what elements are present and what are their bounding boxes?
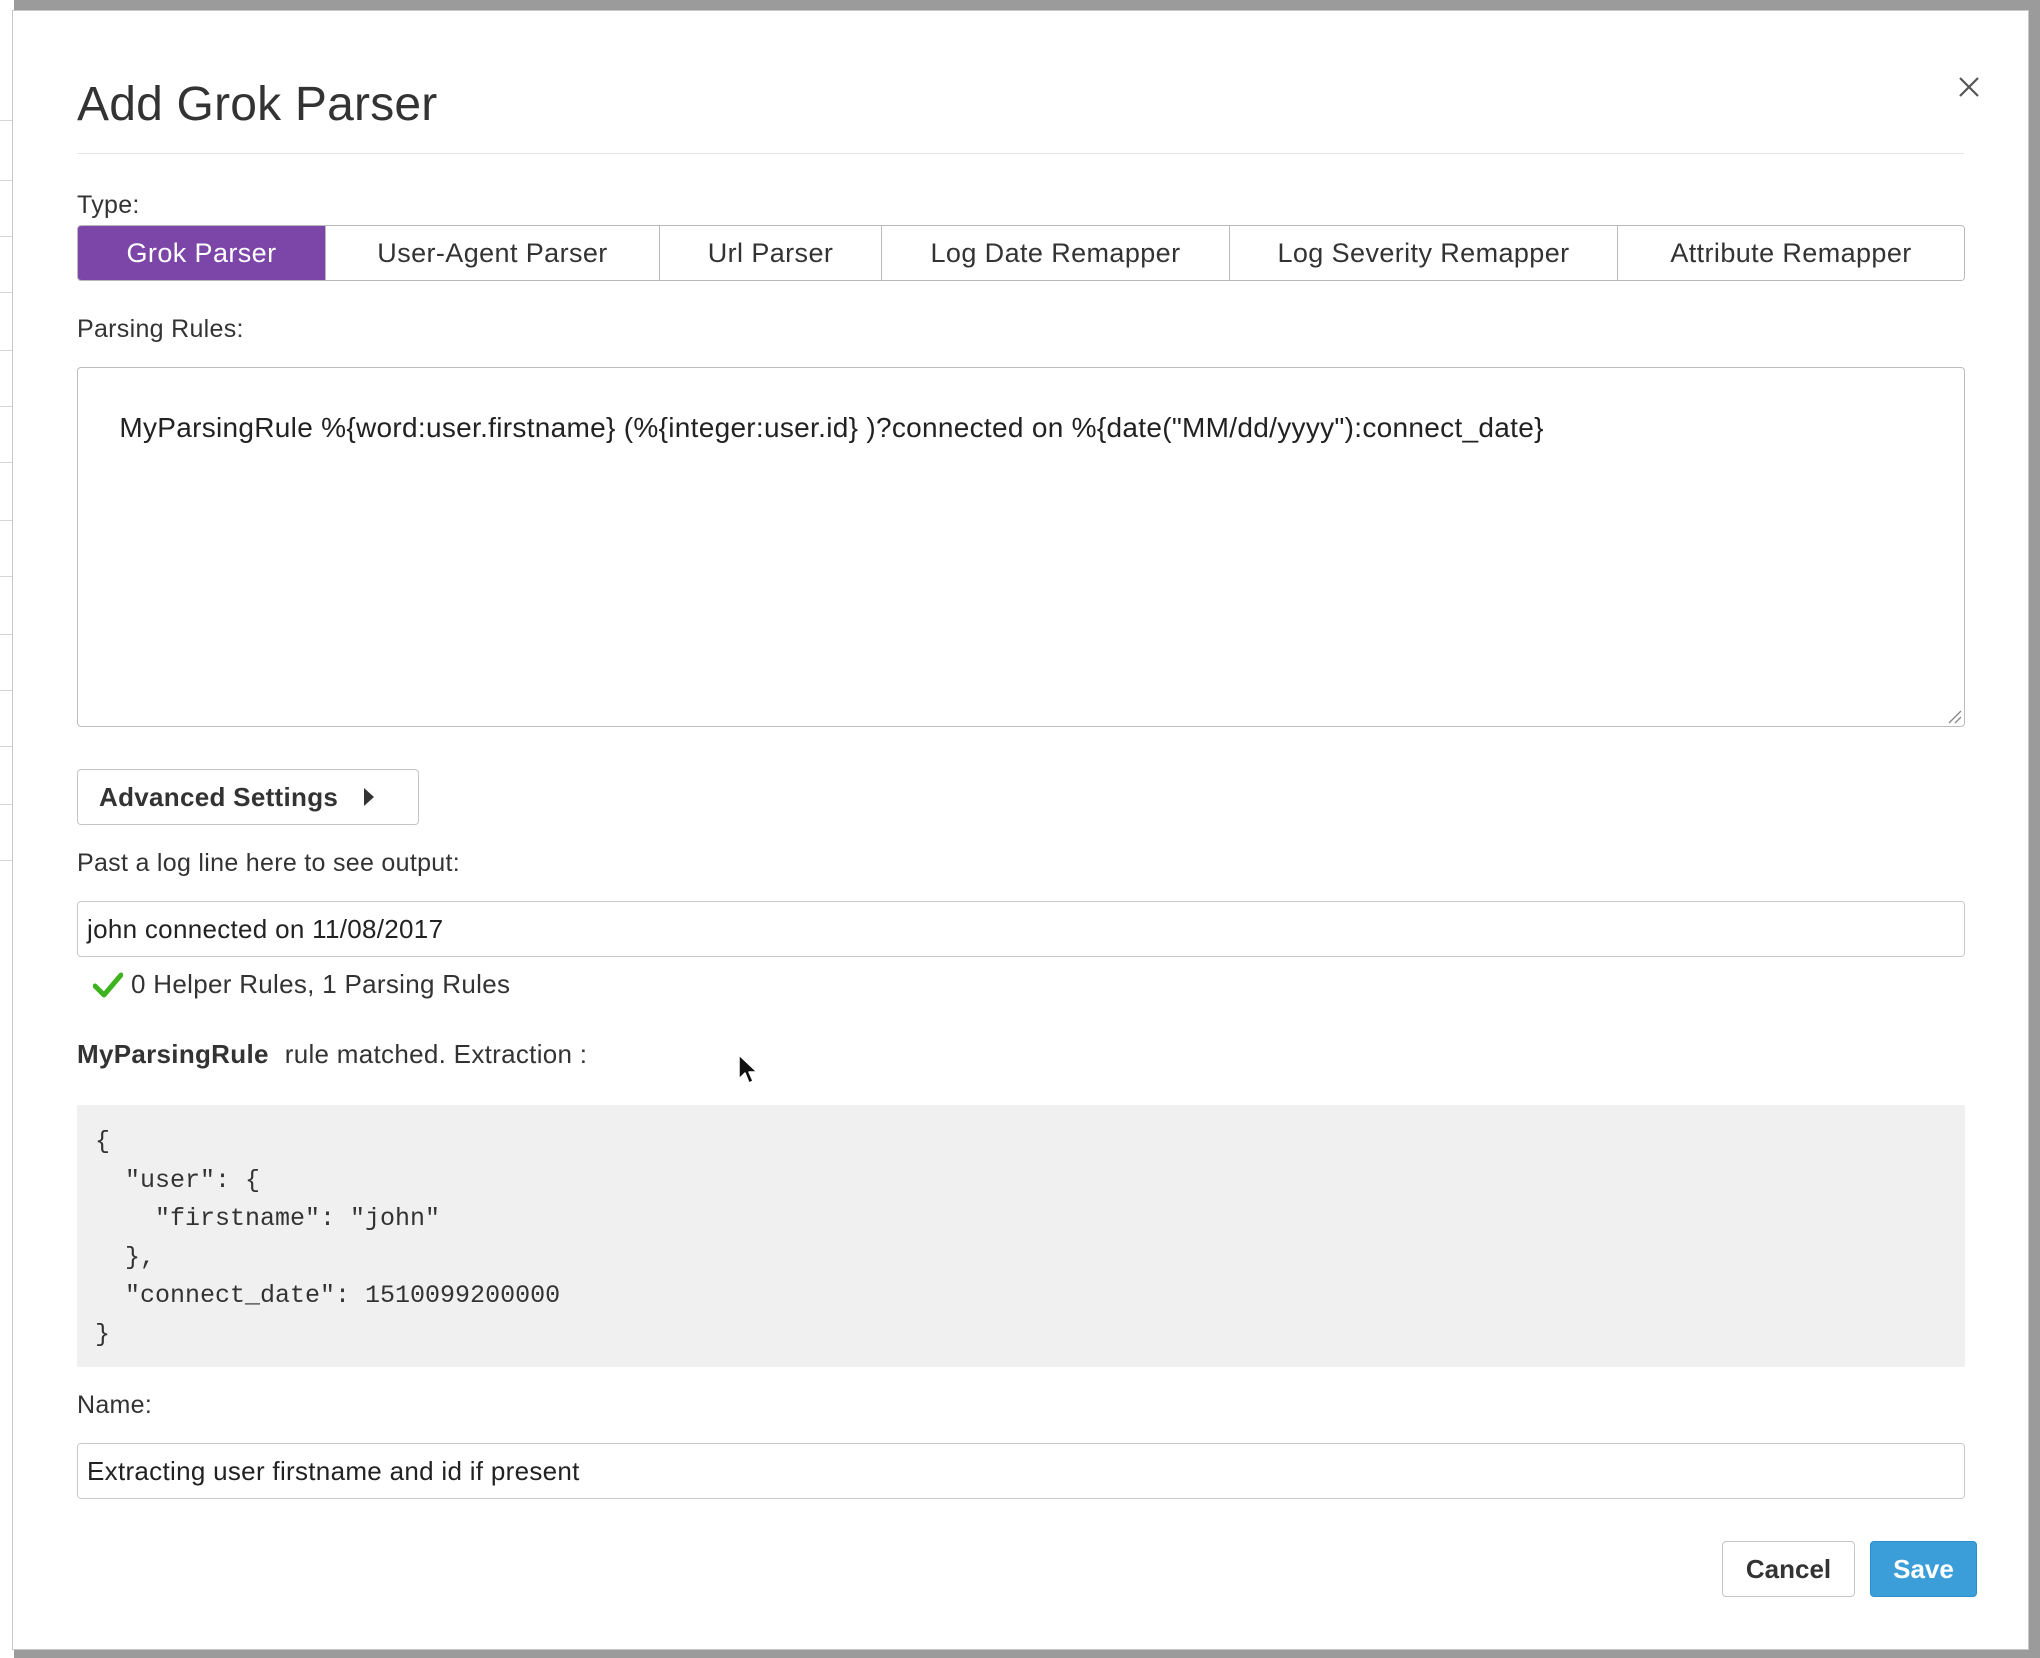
log-sample-label: Past a log line here to see output: bbox=[77, 849, 460, 877]
title-divider bbox=[77, 153, 1964, 154]
tab-attribute-remapper[interactable]: Attribute Remapper bbox=[1618, 226, 1964, 280]
type-label: Type: bbox=[77, 191, 140, 219]
resize-handle-icon[interactable] bbox=[1946, 708, 1962, 724]
name-label: Name: bbox=[77, 1391, 153, 1419]
parsing-rules-label: Parsing Rules: bbox=[77, 315, 244, 343]
tab-log-severity-remapper[interactable]: Log Severity Remapper bbox=[1230, 226, 1618, 280]
add-grok-parser-dialog: Add Grok Parser Type: Grok Parser User-A… bbox=[12, 10, 2029, 1650]
extraction-output: { "user": { "firstname": "john" }, "conn… bbox=[77, 1105, 1965, 1367]
match-result-text: rule matched. Extraction : bbox=[284, 1039, 588, 1069]
log-sample-input[interactable]: john connected on 11/08/2017 bbox=[77, 901, 1965, 957]
advanced-settings-button[interactable]: Advanced Settings bbox=[77, 769, 419, 825]
tab-user-agent-parser[interactable]: User-Agent Parser bbox=[326, 226, 660, 280]
matched-rule-name: MyParsingRule bbox=[77, 1039, 269, 1069]
log-sample-value: john connected on 11/08/2017 bbox=[87, 913, 444, 944]
tab-grok-parser[interactable]: Grok Parser bbox=[78, 226, 326, 280]
close-icon bbox=[1959, 77, 1979, 97]
name-value: Extracting user firstname and id if pres… bbox=[87, 1455, 580, 1486]
close-button[interactable] bbox=[1951, 69, 1987, 105]
tab-url-parser[interactable]: Url Parser bbox=[660, 226, 882, 280]
mouse-pointer-icon bbox=[738, 1054, 758, 1084]
cancel-button[interactable]: Cancel bbox=[1722, 1541, 1855, 1597]
check-icon bbox=[93, 972, 123, 997]
rules-status: 0 Helper Rules, 1 Parsing Rules bbox=[93, 969, 510, 1000]
type-tabs: Grok Parser User-Agent Parser Url Parser… bbox=[77, 225, 1965, 281]
rules-status-text: 0 Helper Rules, 1 Parsing Rules bbox=[131, 969, 511, 999]
name-input[interactable]: Extracting user firstname and id if pres… bbox=[77, 1443, 1965, 1499]
save-button[interactable]: Save bbox=[1870, 1541, 1977, 1597]
match-result: MyParsingRule rule matched. Extraction : bbox=[77, 1039, 587, 1070]
dialog-title: Add Grok Parser bbox=[77, 78, 438, 131]
advanced-settings-label: Advanced Settings bbox=[99, 781, 339, 812]
tab-log-date-remapper[interactable]: Log Date Remapper bbox=[882, 226, 1230, 280]
parsing-rules-textarea[interactable]: MyParsingRule %{word:user.firstname} (%{… bbox=[77, 367, 1965, 727]
caret-right-icon bbox=[364, 788, 375, 806]
parsing-rules-text: MyParsingRule %{word:user.firstname} (%{… bbox=[119, 412, 1544, 443]
